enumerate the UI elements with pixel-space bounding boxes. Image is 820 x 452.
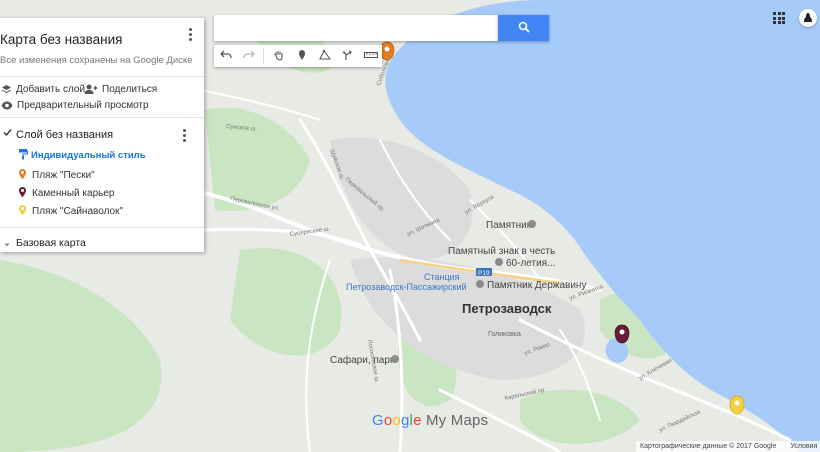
add-layer-button[interactable]: Добавить слой: [1, 84, 85, 95]
panel-divider: [0, 227, 204, 228]
label-safari: Сафари, парк: [330, 354, 395, 366]
paint-roller-icon: [18, 148, 28, 163]
redo-icon: [242, 50, 255, 63]
label-sign2: 60-летия...: [506, 258, 555, 269]
add-layer-label: Добавить слой: [16, 84, 86, 95]
search-icon: [518, 21, 530, 36]
map-panel: Карта без названия Все изменения сохране…: [0, 18, 204, 252]
expand-arrow-icon[interactable]: [4, 239, 10, 251]
label-city: Петрозаводск: [462, 301, 552, 316]
directions-icon: [342, 49, 354, 64]
map-menu-icon[interactable]: [188, 28, 192, 41]
hand-icon: [273, 49, 285, 64]
toolbar-separator: [263, 48, 264, 64]
directions-button[interactable]: [336, 45, 359, 67]
share-label: Поделиться: [102, 84, 158, 95]
eye-icon: [1, 101, 13, 110]
label-derzhavin: Памятник Державину: [487, 280, 586, 291]
map-toolbar: [214, 45, 382, 67]
label-station2: Петрозаводск-Пассажирский: [346, 282, 467, 292]
add-marker-button[interactable]: [290, 45, 313, 67]
place-label: Каменный карьер: [32, 188, 115, 199]
place-item-peski[interactable]: Пляж "Пески": [18, 168, 95, 183]
preview-button[interactable]: Предварительный просмотр: [1, 100, 149, 111]
basemap-label[interactable]: Базовая карта: [16, 237, 86, 249]
place-item-saynavolok[interactable]: Пляж "Сайнаволок": [18, 204, 123, 219]
sign-icon: [495, 258, 503, 266]
undo-icon: [219, 50, 232, 63]
redo-button[interactable]: [237, 45, 260, 67]
search-input[interactable]: [214, 15, 498, 41]
save-status: Все изменения сохранены на Google Диске: [0, 55, 193, 66]
safari-icon: [391, 355, 399, 363]
panel-divider: [0, 76, 204, 77]
layer-name[interactable]: Слой без названия: [16, 129, 113, 141]
measure-button[interactable]: [359, 45, 382, 67]
preview-label: Предварительный просмотр: [17, 100, 149, 111]
derzhavin-icon: [476, 280, 484, 288]
map-title[interactable]: Карта без названия: [0, 32, 122, 47]
label-monument: Памятник: [486, 220, 532, 231]
panel-divider: [0, 117, 204, 118]
search-button[interactable]: [498, 15, 549, 41]
marker-peski[interactable]: [379, 41, 395, 61]
place-label: Пляж "Сайнаволок": [32, 206, 123, 217]
street-golikovka: Голиковка: [488, 331, 521, 338]
google-my-maps-logo: Google My Maps: [372, 412, 489, 429]
ruler-icon: [363, 50, 378, 62]
terms-link[interactable]: Условия: [790, 443, 817, 450]
marker-icon: [297, 49, 307, 64]
style-link[interactable]: Индивидуальный стиль: [31, 150, 146, 161]
place-label: Пляж "Пески": [32, 170, 95, 181]
pan-tool-button[interactable]: [267, 45, 290, 67]
monument-icon: [528, 220, 536, 228]
label-sign: Памятный знак в честь: [448, 246, 555, 257]
share-button[interactable]: Поделиться: [84, 84, 157, 95]
map-data-credit: Картографические данные © 2017 Google: [640, 443, 777, 450]
yellow-marker-icon: [18, 204, 27, 219]
road-badge-label: P19: [478, 270, 490, 277]
place-item-kamenny-karier[interactable]: Каменный карьер: [18, 186, 114, 201]
orange-marker-icon: [18, 168, 27, 183]
label-station: Станция: [424, 272, 460, 282]
draw-line-icon: [318, 49, 331, 64]
marker-kamenny-karier[interactable]: [614, 324, 630, 344]
account-icon[interactable]: [799, 9, 817, 27]
marker-saynavolok[interactable]: [729, 395, 745, 415]
layer-checkbox-icon[interactable]: [3, 128, 12, 140]
layers-icon: [1, 84, 12, 95]
map-attribution: Картографические данные © 2017 Google Ус…: [636, 441, 820, 452]
add-person-icon: [84, 84, 98, 95]
purple-marker-icon: [18, 186, 27, 201]
apps-grid-icon[interactable]: [773, 12, 785, 24]
draw-line-button[interactable]: [313, 45, 336, 67]
layer-menu-icon[interactable]: [182, 129, 186, 142]
undo-button[interactable]: [214, 45, 237, 67]
